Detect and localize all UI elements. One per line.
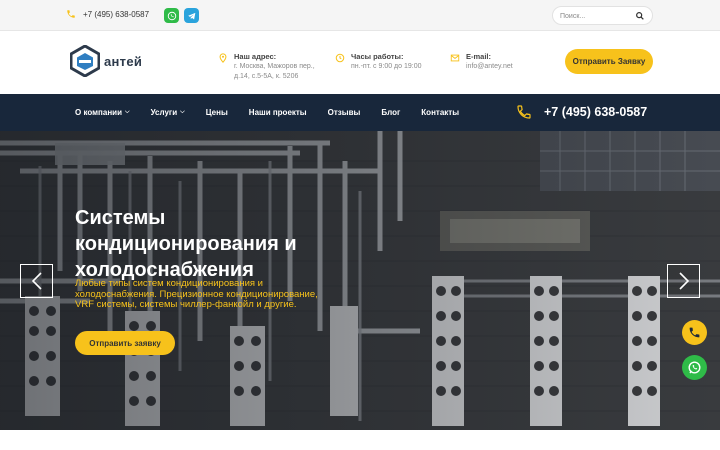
- page-bottom-strip: [0, 430, 720, 450]
- logo-text: антей: [104, 53, 143, 69]
- address-title: Наш адрес:: [234, 52, 277, 61]
- email-block: E-mail: info@antey.net: [450, 52, 550, 72]
- nav-phone-number: +7 (495) 638-0587: [544, 105, 648, 119]
- nav-item-label: Цены: [205, 108, 228, 117]
- whatsapp-icon: [688, 361, 701, 374]
- whatsapp-icon[interactable]: [164, 8, 179, 23]
- search-icon[interactable]: [635, 11, 645, 21]
- top-phone[interactable]: +7 (495) 638-0587: [66, 9, 149, 19]
- mail-icon: [450, 54, 460, 62]
- site-header: антей Наш адрес: г. Москва, Мажоров пер.…: [0, 31, 720, 94]
- top-phone-number: +7 (495) 638-0587: [83, 9, 150, 19]
- top-bar: +7 (495) 638-0587: [0, 0, 720, 31]
- address-block: Наш адрес: г. Москва, Мажоров пер., д.14…: [218, 52, 328, 82]
- clock-icon: [335, 53, 345, 63]
- send-request-button[interactable]: Отправить Заявку: [565, 49, 653, 74]
- nav-item-prices[interactable]: Цены: [206, 108, 228, 117]
- chevron-left-icon: [31, 272, 42, 290]
- nav-item-contacts[interactable]: Контакты: [421, 108, 459, 117]
- hero-request-button[interactable]: Отправить заявку: [75, 331, 175, 355]
- nav-item-label: Услуги: [150, 108, 178, 117]
- phone-icon: [689, 327, 700, 338]
- nav-item-reviews[interactable]: Отзывы: [328, 108, 361, 117]
- email-address[interactable]: info@antey.net: [466, 62, 513, 72]
- hero-title: Системы кондиционирования и холодоснабже…: [75, 207, 297, 281]
- nav-item-projects[interactable]: Наши проекты: [249, 108, 307, 117]
- nav-item-label: Контакты: [421, 108, 460, 117]
- slider-prev-button[interactable]: [20, 264, 53, 298]
- search-input[interactable]: [560, 10, 638, 22]
- chevron-right-icon: [678, 272, 689, 290]
- nav-item-blog[interactable]: Блог: [381, 108, 400, 117]
- chevron-down-icon: ⌵: [180, 109, 185, 115]
- whatsapp-float-button[interactable]: [682, 355, 707, 380]
- telegram-icon[interactable]: [184, 8, 199, 23]
- hours-title: Часы работы:: [351, 52, 404, 61]
- logo[interactable]: антей: [70, 45, 142, 77]
- phone-icon: [67, 10, 75, 18]
- callback-float-button[interactable]: [682, 320, 707, 345]
- nav-item-label: Блог: [381, 108, 401, 117]
- main-nav: О компании ⌵ Услуги ⌵ Цены Наши проекты От…: [0, 94, 720, 131]
- chevron-down-icon: ⌵: [125, 109, 130, 115]
- slider-next-button[interactable]: [667, 264, 700, 298]
- address-text: г. Москва, Мажоров пер., д.14, с.5-5А, к…: [234, 63, 315, 80]
- nav-item-label: Отзывы: [327, 108, 361, 117]
- logo-icon: [70, 45, 100, 77]
- email-title: E-mail:: [466, 52, 492, 61]
- nav-item-about[interactable]: О компании ⌵: [75, 108, 130, 117]
- phone-icon: [517, 105, 531, 119]
- hours-text: пн.-пт. с 9:00 до 19:00: [351, 63, 422, 70]
- hero-description: Любые типы систем кондиционирования и хо…: [75, 278, 318, 310]
- location-pin-icon: [219, 53, 227, 63]
- nav-item-label: Наши проекты: [248, 108, 307, 117]
- search-box: [552, 6, 653, 25]
- hero-slider: Системы кондиционирования и холодоснабже…: [0, 131, 720, 430]
- nav-item-services[interactable]: Услуги ⌵: [151, 108, 185, 117]
- nav-menu: О компании ⌵ Услуги ⌵ Цены Наши проекты От…: [75, 94, 480, 131]
- nav-item-label: О компании: [75, 108, 122, 117]
- nav-phone[interactable]: +7 (495) 638-0587: [516, 104, 647, 120]
- hours-block: Часы работы: пн.-пт. с 9:00 до 19:00: [335, 52, 435, 72]
